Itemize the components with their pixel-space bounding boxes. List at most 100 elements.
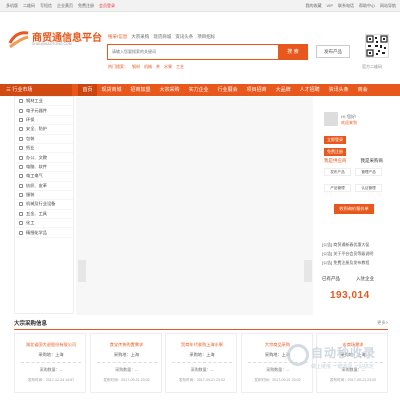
section-title: 大宗采购信息 (14, 321, 48, 327)
grid-item-manage[interactable]: 管理产品 (355, 168, 382, 176)
nav-item[interactable]: 大宗采购 (155, 84, 184, 96)
purchase-card[interactable]: 贸商年代收购上海水果 采购地：上海 采购数量：-- 发布时间：2017-09-21 2… (165, 333, 237, 393)
category-icon (19, 117, 23, 122)
topbar-link[interactable]: 多机版 (6, 3, 18, 9)
topbar-link[interactable]: 免费注册 (78, 3, 94, 9)
card-title[interactable]: 贸商年代收购上海水果 (166, 342, 238, 348)
topbar-link[interactable]: VIP (327, 3, 333, 9)
card-qty: 采购数量：-- (115, 367, 138, 372)
topbar-link[interactable]: 二维码 (23, 3, 35, 9)
category-menu-button[interactable]: 三 行业市场 (0, 84, 72, 96)
sidebar-item[interactable]: 钢材工业 (15, 97, 73, 107)
nav-item[interactable]: 现货商城 (97, 84, 126, 96)
sidebar-item-label: 电子元器件 (26, 107, 47, 113)
tab-supplier[interactable]: 我是供应商 (324, 158, 347, 164)
nav-item[interactable]: 招商加盟 (126, 84, 155, 96)
card-date: 发布时间：2017-09-21 23:02 (178, 378, 226, 382)
carousel-next-button[interactable] (304, 260, 312, 282)
sidebar-item[interactable]: 五金、工具 (15, 210, 73, 220)
sidebar-item-label: 纸业 (26, 145, 35, 151)
nav-item[interactable]: 人才招聘 (295, 84, 324, 96)
search-tabs: 搜采/信息 大宗采购 现货商城 资讯头条 项目招标 (108, 34, 215, 40)
purchase-card[interactable]: 食宝传快购置需求 采购地：上海 采购数量：-- 发布时间：2017-09-21 23:… (89, 333, 163, 393)
tab-buyer[interactable]: 我是采购商 (361, 158, 384, 164)
sidebar-item[interactable]: 化工 (15, 219, 73, 229)
sidebar-item[interactable]: 电子元器件 (15, 106, 73, 116)
login-button[interactable]: 立即登录 (324, 136, 346, 144)
sidebar-item-label: 服装 (26, 192, 35, 198)
search-tab[interactable]: 现货商城 (153, 34, 171, 40)
nav-item[interactable]: 首页 (78, 84, 98, 96)
notice-item[interactable]: [公告] 免费注册及发布教程 (322, 258, 392, 267)
hot-search-keyword[interactable]: 水果 (164, 64, 172, 70)
search-box (107, 44, 279, 60)
publish-product-button[interactable]: 发布产品 (316, 45, 350, 58)
card-date: 发布时间：2017-09-21 23:02 (103, 378, 150, 382)
sidebar-item[interactable]: 纸业 (15, 144, 73, 154)
sidebar-item[interactable]: 精细化学品 (15, 228, 73, 238)
nav-item[interactable]: 资讯头条 (324, 84, 353, 96)
welcome-text: 欢迎来到 (341, 120, 357, 125)
topbar-link[interactable]: 会员登录 (99, 3, 115, 9)
logo-icon (8, 31, 29, 49)
hot-search-keyword[interactable]: 茶 (156, 64, 160, 70)
stat-companies-label: 入驻企业 (356, 276, 374, 281)
category-icon (19, 99, 23, 104)
topbar-link[interactable]: 联系电话 (338, 3, 354, 9)
search-tab[interactable]: 大宗采购 (131, 34, 149, 40)
topbar-link[interactable]: 企业黄页 (57, 3, 73, 9)
card-place: 采购地：上海 (38, 352, 64, 357)
sidebar-item[interactable]: 电脑、软件 (15, 163, 73, 173)
search-button[interactable]: 搜 索 (278, 44, 308, 60)
card-qty: 采购数量：-- (190, 367, 214, 372)
more-link[interactable]: 更多> (377, 320, 388, 326)
grid-item-auth[interactable]: 认证管理 (355, 184, 382, 192)
watermark-subtitle: 做上链接 一键收录 一站搞定 (311, 364, 374, 370)
sidebar-item[interactable]: 包装 (15, 135, 73, 144)
sidebar-item[interactable]: 纺织、皮革 (15, 182, 73, 191)
sidebar-item[interactable]: 环保 (15, 116, 73, 126)
section-header: 大宗采购信息 更多> (14, 318, 388, 330)
search-tab[interactable]: 项目招标 (197, 34, 215, 40)
register-button[interactable]: 免费注册 (324, 148, 346, 156)
nav-item[interactable]: 商会 (353, 84, 372, 96)
sidebar-item[interactable]: 服装 (15, 191, 73, 201)
grid-item-product[interactable]: 产品管理 (324, 184, 351, 192)
qr-code-icon (365, 34, 389, 58)
sidebar-item[interactable]: 安全、防护 (15, 125, 73, 135)
grid-item-publish[interactable]: 发布产品 (324, 168, 351, 176)
topbar-link[interactable]: 写短信 (40, 3, 52, 9)
search-input[interactable] (108, 45, 278, 58)
main-nav: 三 行业市场 首页 现货商城 招商加盟 大宗采购 实力企业 行业展会 项目招商 大品牌 人才招聘… (0, 84, 400, 96)
notice-item[interactable]: [公告] 商贸通新春优惠大促 (322, 240, 392, 249)
card-title[interactable]: 湖北省国大退股份有限公司 (15, 342, 87, 348)
search-tab[interactable]: 资讯头条 (175, 34, 193, 40)
sidebar-item[interactable]: 办公、文教 (15, 153, 73, 163)
inquiry-button[interactable]: 收到询价报价单 (334, 204, 374, 214)
nav-item[interactable]: 行业展会 (213, 84, 242, 96)
nav-item[interactable]: 大品牌 (271, 84, 295, 96)
purchase-card[interactable]: 湖北省国大退股份有限公司 采购地：上海 采购数量：-- 发布时间：2017-12-24… (14, 333, 86, 393)
sidebar-item[interactable]: 电工电气 (15, 172, 73, 182)
hot-search-keyword[interactable]: 工艺 (176, 64, 184, 70)
topbar-link[interactable]: 帮助中心 (359, 3, 375, 9)
sidebar-item-label: 环保 (26, 116, 35, 122)
sidebar-item-label: 机械及行业设备 (26, 201, 56, 207)
category-icon (19, 193, 23, 198)
nav-item[interactable]: 项目招商 (242, 84, 271, 96)
sidebar-item[interactable]: 机械及行业设备 (15, 200, 73, 210)
notice-item[interactable]: [公告] 关于平台会员等级说明 (322, 249, 392, 258)
category-icon (19, 221, 23, 226)
topbar-link[interactable]: 我的收藏 (306, 3, 322, 9)
card-title[interactable]: 食宝传快购置需求 (91, 342, 163, 348)
nav-item[interactable]: 实力企业 (184, 84, 213, 96)
category-icon (19, 146, 23, 151)
topbar-link[interactable]: 网站导航 (380, 3, 396, 9)
qr-label: 官方二维码 (362, 64, 382, 69)
banner-carousel[interactable] (76, 97, 313, 315)
site-logo[interactable]: 商贸通信息平台 SHANGMAOTONG.COM (8, 28, 102, 50)
hot-search-keyword[interactable]: 机械 (144, 64, 152, 70)
carousel-prev-button[interactable] (78, 260, 86, 282)
search-tab[interactable]: 搜采/信息 (108, 34, 127, 40)
hot-search-keyword[interactable]: 钢材 (132, 64, 140, 70)
